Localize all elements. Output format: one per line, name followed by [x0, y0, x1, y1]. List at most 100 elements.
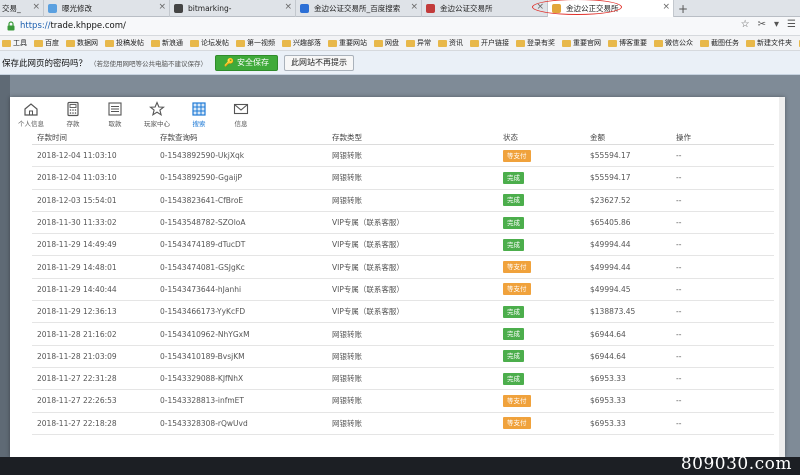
- cell-type: 网银转账: [332, 173, 362, 183]
- folder-icon: [151, 39, 160, 47]
- dropdown-icon[interactable]: ▾: [774, 19, 779, 30]
- bookmark-label: 网盘: [385, 39, 399, 47]
- cell-code: 0-1543466173-YyKcFD: [160, 307, 246, 317]
- tab-favicon-icon: [426, 4, 435, 13]
- cell-status: 等支付: [503, 283, 590, 296]
- tab-close-icon[interactable]: ×: [536, 2, 544, 12]
- cell-code: 0-1543329088-KJfNhX: [160, 374, 244, 384]
- folder-icon: [470, 39, 479, 47]
- mail-icon: [233, 103, 249, 115]
- safe-save-button[interactable]: 🔑 安全保存: [215, 54, 278, 71]
- cell-time: 2018-11-29 14:40:44: [37, 284, 117, 294]
- new-tab-button[interactable]: +: [674, 0, 692, 17]
- bookmark-item[interactable]: 博客重要: [608, 38, 647, 48]
- cell-op[interactable]: --: [676, 263, 774, 272]
- bookmark-label: 投稿发帖: [116, 39, 144, 47]
- browser-tab-0[interactable]: 交易_ ×: [0, 0, 44, 17]
- tab-label: bitmarking-: [188, 4, 232, 13]
- cell-time: 2018-11-30 11:33:02: [37, 218, 117, 228]
- nav-item-table[interactable]: 搜索: [178, 101, 220, 131]
- bookmark-item[interactable]: 异常: [406, 38, 431, 48]
- tab-close-icon[interactable]: ×: [284, 2, 292, 12]
- tab-close-icon[interactable]: ×: [662, 2, 670, 12]
- nav-item-calculator[interactable]: 存款: [52, 101, 94, 131]
- bookmark-item[interactable]: 投稿发帖: [105, 38, 144, 48]
- bookmark-item[interactable]: 工具: [2, 38, 27, 48]
- table-row: 2018-11-29 12:36:13 0-1543466173-YyKcFD VI…: [32, 301, 774, 324]
- nav-label: 取款: [108, 120, 122, 128]
- bookmark-item[interactable]: 新建文件夹: [746, 38, 792, 48]
- url-text[interactable]: https://trade.khppe.com/: [20, 21, 126, 31]
- table-row: 2018-11-29 14:49:49 0-1543474189-dTucDT VI…: [32, 234, 774, 257]
- cell-type: 网银转账: [332, 195, 362, 205]
- bookmark-label: 异常: [417, 39, 431, 47]
- bookmark-item[interactable]: 百度: [34, 38, 59, 48]
- address-bar[interactable]: https://trade.khppe.com/ ☆ ✂ ▾ ☰: [0, 17, 800, 36]
- cell-op[interactable]: --: [676, 374, 774, 383]
- browser-tab-5[interactable]: 金边公正交易所 ×: [548, 0, 674, 17]
- table-row: 2018-11-27 22:31:28 0-1543329088-KJfNhX 网银…: [32, 368, 774, 391]
- cell-status: 完成: [503, 350, 590, 363]
- tab-close-icon[interactable]: ×: [410, 2, 418, 12]
- cell-status: 完成: [503, 216, 590, 229]
- bookmark-item[interactable]: 新浪通: [151, 38, 183, 48]
- nav-item-home[interactable]: 个人信息: [10, 101, 52, 131]
- cell-op[interactable]: --: [676, 307, 774, 316]
- bookmark-item[interactable]: 重要官网: [562, 38, 601, 48]
- deposit-panel: 个人信息 存款 取款 玩家中心 搜索 信息 存款时间 存款查询码 存款类型 状态 金额 操作 201…: [10, 97, 785, 457]
- cell-status: 等支付: [503, 417, 590, 430]
- bookmark-item[interactable]: 开户链接: [470, 38, 509, 48]
- cell-op[interactable]: --: [676, 173, 774, 182]
- folder-icon: [105, 39, 114, 47]
- cell-status: 完成: [503, 305, 590, 318]
- tab-close-icon[interactable]: ×: [158, 2, 166, 12]
- nav-item-list[interactable]: 取款: [94, 101, 136, 131]
- bookmark-item[interactable]: 第一视频: [236, 38, 275, 48]
- cell-code: 0-1543548782-SZOloA: [160, 218, 246, 228]
- menu-icon[interactable]: ☰: [787, 19, 796, 30]
- folder-icon: [562, 39, 571, 47]
- bookmark-item[interactable]: 论坛发帖: [190, 38, 229, 48]
- cell-code: 0-1543892590-GgaijP: [160, 173, 243, 183]
- never-prompt-button[interactable]: 此网站不再提示: [283, 54, 354, 71]
- bookmark-item[interactable]: 截图任务: [700, 38, 739, 48]
- cell-code: 0-1543474189-dTucDT: [160, 240, 246, 250]
- bookmark-item[interactable]: 资讯: [438, 38, 463, 48]
- cell-op[interactable]: --: [676, 285, 774, 294]
- cut-icon[interactable]: ✂: [758, 19, 766, 30]
- column-header: 存款时间: [37, 132, 67, 142]
- cell-op[interactable]: --: [676, 151, 774, 160]
- cell-status: 等支付: [503, 394, 590, 407]
- nav-item-mail[interactable]: 信息: [220, 101, 262, 131]
- cell-op[interactable]: --: [676, 330, 774, 339]
- browser-tab-1[interactable]: 曝光修改 ×: [44, 0, 170, 17]
- cell-op[interactable]: --: [676, 196, 774, 205]
- bookmark-item[interactable]: 登录有奖: [516, 38, 555, 48]
- cell-op[interactable]: --: [676, 218, 774, 227]
- nav-label: 搜索: [192, 120, 206, 128]
- cell-op[interactable]: --: [676, 352, 774, 361]
- cell-code: 0-1543328813-infmET: [160, 396, 245, 406]
- cell-op[interactable]: --: [676, 396, 774, 405]
- bookmark-item[interactable]: 数据网: [66, 38, 98, 48]
- bookmark-item[interactable]: 兴趣部落: [282, 38, 321, 48]
- nav-item-star[interactable]: 玩家中心: [136, 101, 178, 131]
- vertical-scrollbar[interactable]: [779, 97, 785, 457]
- status-badge: 等支付: [503, 394, 531, 407]
- bookmark-item[interactable]: 重要网站: [328, 38, 367, 48]
- tab-close-icon[interactable]: ×: [32, 2, 40, 12]
- browser-tab-4[interactable]: 金边公证交易所 ×: [422, 0, 548, 17]
- cell-op[interactable]: --: [676, 419, 774, 428]
- browser-tab-2[interactable]: bitmarking- ×: [170, 0, 296, 17]
- left-shade: [0, 75, 10, 475]
- bookmark-item[interactable]: 微信公众: [654, 38, 693, 48]
- cell-op[interactable]: --: [676, 240, 774, 249]
- browser-tab-3[interactable]: 金边公证交易所_百度搜索 ×: [296, 0, 422, 17]
- folder-icon: [654, 39, 663, 47]
- password-prompt-question: 保存此网页的密码吗？: [2, 58, 88, 69]
- bookmark-item[interactable]: 网盘: [374, 38, 399, 48]
- star-icon[interactable]: ☆: [741, 19, 750, 30]
- cell-status: 完成: [503, 238, 590, 251]
- nav-label: 个人信息: [18, 120, 44, 128]
- column-header: 存款类型: [332, 132, 362, 142]
